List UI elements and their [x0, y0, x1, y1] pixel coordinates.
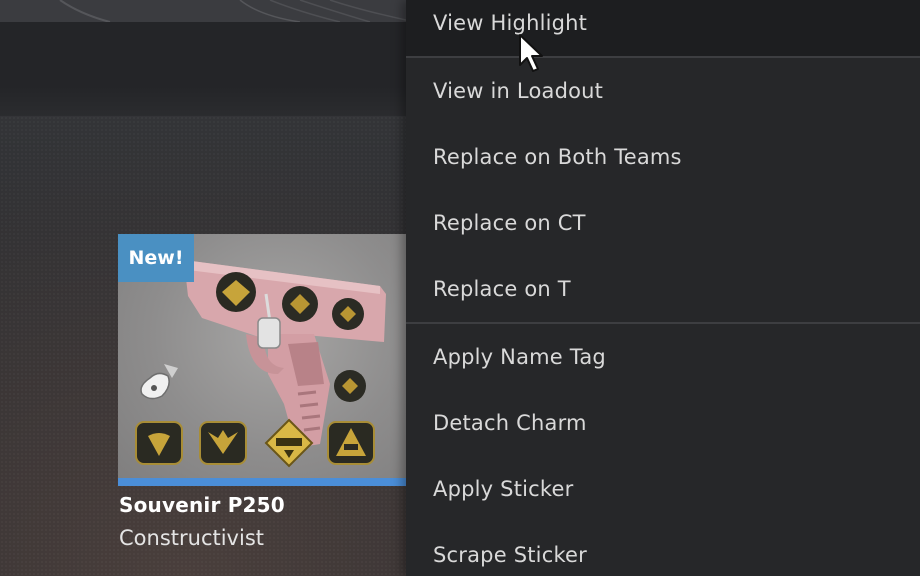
menu-item-apply-name-tag[interactable]: Apply Name Tag	[406, 324, 920, 390]
header-band	[0, 22, 406, 116]
inventory-screen: New! Souvenir P250 Constructivist View H…	[0, 0, 920, 576]
menu-item-view-in-loadout[interactable]: View in Loadout	[406, 58, 920, 124]
item-skin-name: Constructivist	[119, 526, 264, 550]
context-menu: View Highlight View in Loadout Replace o…	[406, 0, 920, 576]
menu-item-apply-sticker[interactable]: Apply Sticker	[406, 456, 920, 522]
mouse-cursor-icon	[519, 34, 543, 72]
menu-item-replace-both-teams[interactable]: Replace on Both Teams	[406, 124, 920, 190]
sticker-icon	[327, 421, 375, 465]
menu-item-view-highlight[interactable]: View Highlight	[406, 0, 920, 56]
menu-item-replace-t[interactable]: Replace on T	[406, 256, 920, 322]
keychain-charm-icon	[140, 364, 178, 400]
menu-item-replace-ct[interactable]: Replace on CT	[406, 190, 920, 256]
sticker-icon	[264, 418, 314, 468]
new-badge: New!	[118, 234, 194, 282]
sticker-icon	[135, 421, 183, 465]
sticker-icon	[199, 421, 247, 465]
top-strip	[0, 0, 406, 22]
menu-item-detach-charm[interactable]: Detach Charm	[406, 390, 920, 456]
menu-item-scrape-sticker[interactable]: Scrape Sticker	[406, 522, 920, 576]
rarity-bar	[118, 478, 408, 486]
item-card[interactable]: New!	[118, 234, 408, 486]
top-decorative-pattern	[59, 0, 406, 22]
item-name: Souvenir P250	[119, 493, 285, 517]
